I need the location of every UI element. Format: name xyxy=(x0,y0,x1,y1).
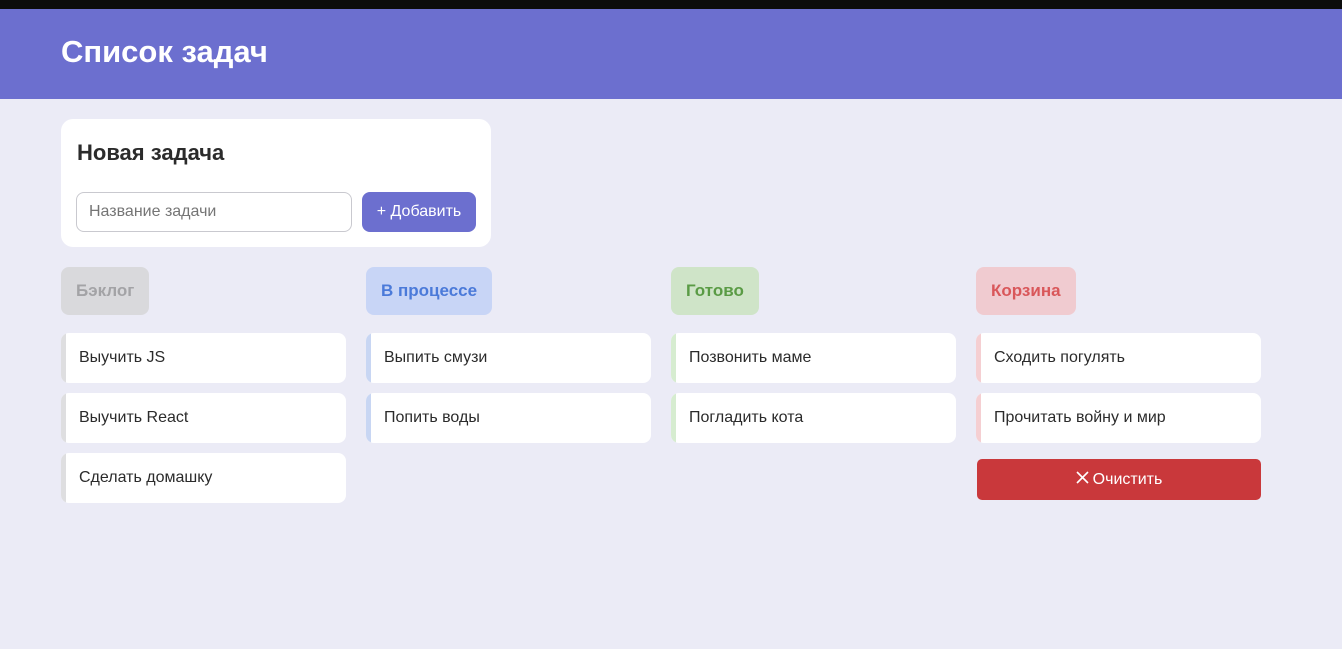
in-progress-task-list: Выпить смузи Попить воды xyxy=(366,333,651,443)
task-card-label: Выучить JS xyxy=(79,349,166,366)
card-accent-bar xyxy=(671,333,676,383)
column-title-in-progress: В процессе xyxy=(366,267,493,315)
card-accent-bar xyxy=(671,393,676,443)
task-card-label: Погладить кота xyxy=(689,409,804,426)
window-top-bar xyxy=(0,0,1342,9)
task-card[interactable]: Выучить JS xyxy=(61,333,346,383)
add-task-button[interactable]: + Добавить xyxy=(362,192,476,232)
card-accent-bar xyxy=(61,453,66,503)
done-task-list: Позвонить маме Погладить кота xyxy=(671,333,956,443)
task-card-label: Прочитать войну и мир xyxy=(994,409,1166,426)
new-task-form: + Добавить xyxy=(76,192,476,232)
column-in-progress: В процессе Выпить смузи Попить воды xyxy=(366,267,651,453)
task-card[interactable]: Позвонить маме xyxy=(671,333,956,383)
task-card-label: Сделать домашку xyxy=(79,469,213,486)
column-backlog: Бэклог Выучить JS Выучить React Сделать … xyxy=(61,267,346,513)
task-card-label: Выпить смузи xyxy=(384,349,488,366)
backlog-task-list: Выучить JS Выучить React Сделать домашку xyxy=(61,333,346,503)
task-card[interactable]: Сделать домашку xyxy=(61,453,346,503)
task-card-label: Попить воды xyxy=(384,409,480,426)
new-task-panel: Новая задача + Добавить xyxy=(61,119,491,247)
card-accent-bar xyxy=(366,333,371,383)
column-title-backlog: Бэклог xyxy=(61,267,150,315)
task-card[interactable]: Выпить смузи xyxy=(366,333,651,383)
column-title-done: Готово xyxy=(671,267,759,315)
column-trash: Корзина Сходить погулять Прочитать войну… xyxy=(976,267,1261,500)
card-accent-bar xyxy=(976,333,981,383)
card-accent-bar xyxy=(61,333,66,383)
task-card[interactable]: Попить воды xyxy=(366,393,651,443)
task-card-label: Выучить React xyxy=(79,409,189,426)
task-card[interactable]: Погладить кота xyxy=(671,393,956,443)
column-done: Готово Позвонить маме Погладить кота xyxy=(671,267,956,453)
card-accent-bar xyxy=(366,393,371,443)
task-card[interactable]: Выучить React xyxy=(61,393,346,443)
card-accent-bar xyxy=(976,393,981,443)
clear-trash-button[interactable]: Очистить xyxy=(977,459,1261,500)
column-title-trash: Корзина xyxy=(976,267,1076,315)
task-card-label: Сходить погулять xyxy=(994,349,1126,366)
task-card[interactable]: Сходить погулять xyxy=(976,333,1261,383)
task-name-input[interactable] xyxy=(76,192,352,232)
new-task-heading: Новая задача xyxy=(77,140,225,165)
app-header: Список задач xyxy=(0,9,1342,99)
card-accent-bar xyxy=(61,393,66,443)
task-card-label: Позвонить маме xyxy=(689,349,812,366)
task-card[interactable]: Прочитать войну и мир xyxy=(976,393,1261,443)
clear-trash-label: Очистить xyxy=(1092,470,1163,488)
page-title: Список задач xyxy=(61,34,268,69)
close-icon xyxy=(1076,470,1089,489)
trash-task-list: Сходить погулять Прочитать войну и мир xyxy=(976,333,1261,443)
